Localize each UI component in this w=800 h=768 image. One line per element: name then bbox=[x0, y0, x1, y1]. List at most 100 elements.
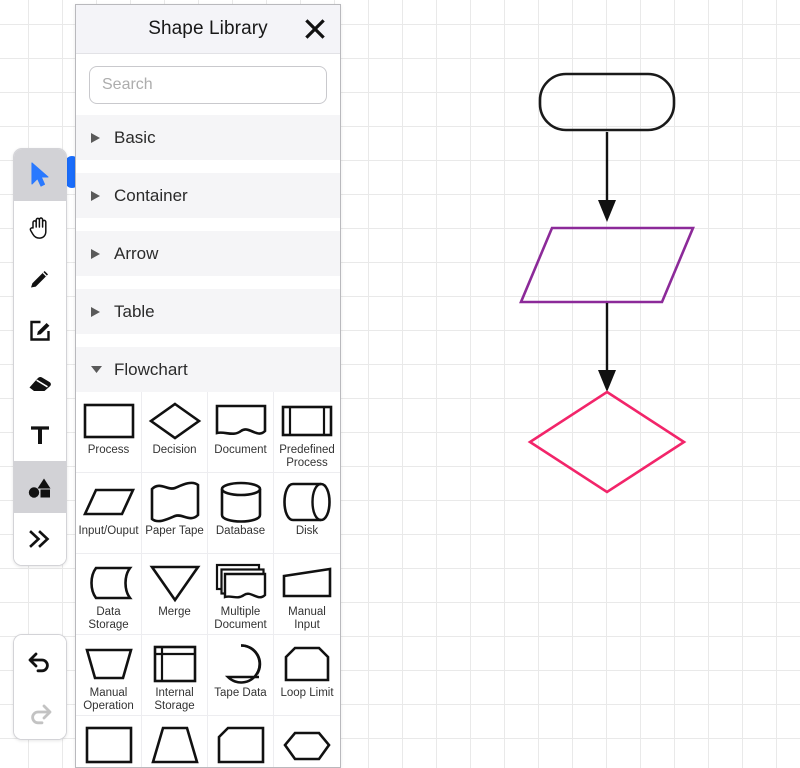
tool-text[interactable] bbox=[14, 409, 66, 461]
paper-tape-shape-icon bbox=[148, 478, 202, 525]
shape-item-row5-3[interactable] bbox=[208, 716, 274, 768]
edit-note-icon bbox=[28, 319, 52, 343]
loop-limit-shape-icon bbox=[283, 640, 331, 687]
category-gap bbox=[76, 334, 340, 346]
shape-item-data-storage[interactable]: Data Storage bbox=[76, 554, 142, 635]
hand-icon bbox=[28, 214, 52, 240]
shape-item-row5-2[interactable] bbox=[142, 716, 208, 768]
category-label: Flowchart bbox=[114, 360, 188, 380]
shape-label: Input/Ouput bbox=[78, 525, 138, 538]
predefined-process-shape-icon bbox=[280, 397, 334, 444]
tool-pan[interactable] bbox=[14, 201, 66, 253]
cursor-arrow-icon bbox=[29, 162, 51, 188]
shape-label: Decision bbox=[152, 444, 196, 457]
category-flowchart[interactable]: Flowchart bbox=[76, 346, 340, 392]
undo-arrow-icon bbox=[27, 649, 53, 673]
shape-item-paper-tape[interactable]: Paper Tape bbox=[142, 473, 208, 554]
tool-shapes[interactable] bbox=[14, 461, 66, 513]
internal-storage-shape-icon bbox=[152, 640, 198, 687]
shape-library-panel: Shape Library Basic Cont bbox=[75, 4, 341, 768]
shape-item-process[interactable]: Process bbox=[76, 392, 142, 473]
caret-down-icon bbox=[90, 364, 108, 375]
shape-label: Manual Input bbox=[276, 606, 338, 631]
category-gap bbox=[76, 218, 340, 230]
tool-eraser[interactable] bbox=[14, 357, 66, 409]
database-shape-icon bbox=[217, 478, 265, 525]
eraser-icon bbox=[27, 372, 53, 394]
category-gap bbox=[76, 276, 340, 288]
connector-arrow-2[interactable] bbox=[598, 303, 616, 392]
terminator-rounded-rectangle[interactable] bbox=[540, 74, 674, 130]
category-label: Arrow bbox=[114, 244, 158, 264]
manual-input-shape-icon bbox=[281, 559, 333, 606]
search-input[interactable] bbox=[89, 66, 327, 104]
process-shape-icon bbox=[82, 397, 136, 444]
category-table[interactable]: Table bbox=[76, 288, 340, 334]
shape-item-database[interactable]: Database bbox=[208, 473, 274, 554]
merge-shape-icon bbox=[149, 559, 201, 606]
decision-diamond[interactable] bbox=[530, 392, 684, 492]
caret-right-icon bbox=[90, 248, 108, 260]
shapes-icon bbox=[27, 475, 53, 499]
category-arrow[interactable]: Arrow bbox=[76, 230, 340, 276]
category-container[interactable]: Container bbox=[76, 172, 340, 218]
shape-label: Tape Data bbox=[214, 687, 266, 700]
close-x-icon[interactable] bbox=[302, 16, 328, 42]
tool-undo[interactable] bbox=[14, 635, 66, 687]
caret-right-icon bbox=[90, 190, 108, 202]
tool-select[interactable] bbox=[14, 149, 66, 201]
shape-item-decision[interactable]: Decision bbox=[142, 392, 208, 473]
close-icon-glyph bbox=[304, 18, 326, 40]
search-container bbox=[76, 54, 340, 114]
shape-label: Process bbox=[88, 444, 130, 457]
tool-note[interactable] bbox=[14, 305, 66, 357]
shape-label: Predefined Process bbox=[276, 444, 338, 469]
shape-item-manual-operation[interactable]: Manual Operation bbox=[76, 635, 142, 716]
category-label: Basic bbox=[114, 128, 156, 148]
caret-right-icon bbox=[90, 306, 108, 318]
shape-item-row5-4[interactable] bbox=[274, 716, 340, 768]
caret-right-icon bbox=[90, 132, 108, 144]
shape-label: Paper Tape bbox=[145, 525, 204, 538]
rectangle-shape-icon bbox=[83, 721, 135, 768]
shape-label: Merge bbox=[158, 606, 191, 619]
category-label: Table bbox=[114, 302, 155, 322]
manual-operation-shape-icon bbox=[83, 640, 135, 687]
shape-item-disk[interactable]: Disk bbox=[274, 473, 340, 554]
category-label: Container bbox=[114, 186, 188, 206]
shape-item-document[interactable]: Document bbox=[208, 392, 274, 473]
shape-item-predefined-process[interactable]: Predefined Process bbox=[274, 392, 340, 473]
shape-item-input-output[interactable]: Input/Ouput bbox=[76, 473, 142, 554]
shape-label: Multiple Document bbox=[210, 606, 272, 631]
app-root: Shape Library Basic Cont bbox=[0, 0, 800, 768]
panel-title: Shape Library bbox=[148, 18, 268, 40]
shape-label: Document bbox=[214, 444, 266, 457]
pencil-icon bbox=[28, 267, 52, 291]
category-list: Basic Container Arrow T bbox=[76, 114, 340, 392]
shape-label: Database bbox=[216, 525, 265, 538]
input-output-parallelogram[interactable] bbox=[521, 228, 693, 302]
tool-more[interactable] bbox=[14, 513, 66, 565]
shape-label: Loop Limit bbox=[280, 687, 333, 700]
shape-item-manual-input[interactable]: Manual Input bbox=[274, 554, 340, 635]
shape-item-loop-limit[interactable]: Loop Limit bbox=[274, 635, 340, 716]
shape-label: Manual Operation bbox=[78, 687, 140, 712]
history-toolbar bbox=[13, 634, 67, 740]
shape-item-multiple-document[interactable]: Multiple Document bbox=[208, 554, 274, 635]
flowchart-shape-grid: Process Decision Document bbox=[76, 392, 340, 768]
disk-shape-icon bbox=[281, 478, 333, 525]
category-gap bbox=[76, 160, 340, 172]
connector-arrow-1[interactable] bbox=[598, 132, 616, 222]
shape-item-merge[interactable]: Merge bbox=[142, 554, 208, 635]
trapezoid-shape-icon bbox=[149, 721, 201, 768]
shape-item-internal-storage[interactable]: Internal Storage bbox=[142, 635, 208, 716]
category-basic[interactable]: Basic bbox=[76, 114, 340, 160]
tool-redo[interactable] bbox=[14, 687, 66, 739]
shape-item-row5-1[interactable] bbox=[76, 716, 142, 768]
data-storage-shape-icon bbox=[83, 559, 135, 606]
decision-shape-icon bbox=[148, 397, 202, 444]
tool-pencil[interactable] bbox=[14, 253, 66, 305]
tape-data-shape-icon bbox=[218, 640, 264, 687]
document-shape-icon bbox=[214, 397, 268, 444]
shape-item-tape-data[interactable]: Tape Data bbox=[208, 635, 274, 716]
